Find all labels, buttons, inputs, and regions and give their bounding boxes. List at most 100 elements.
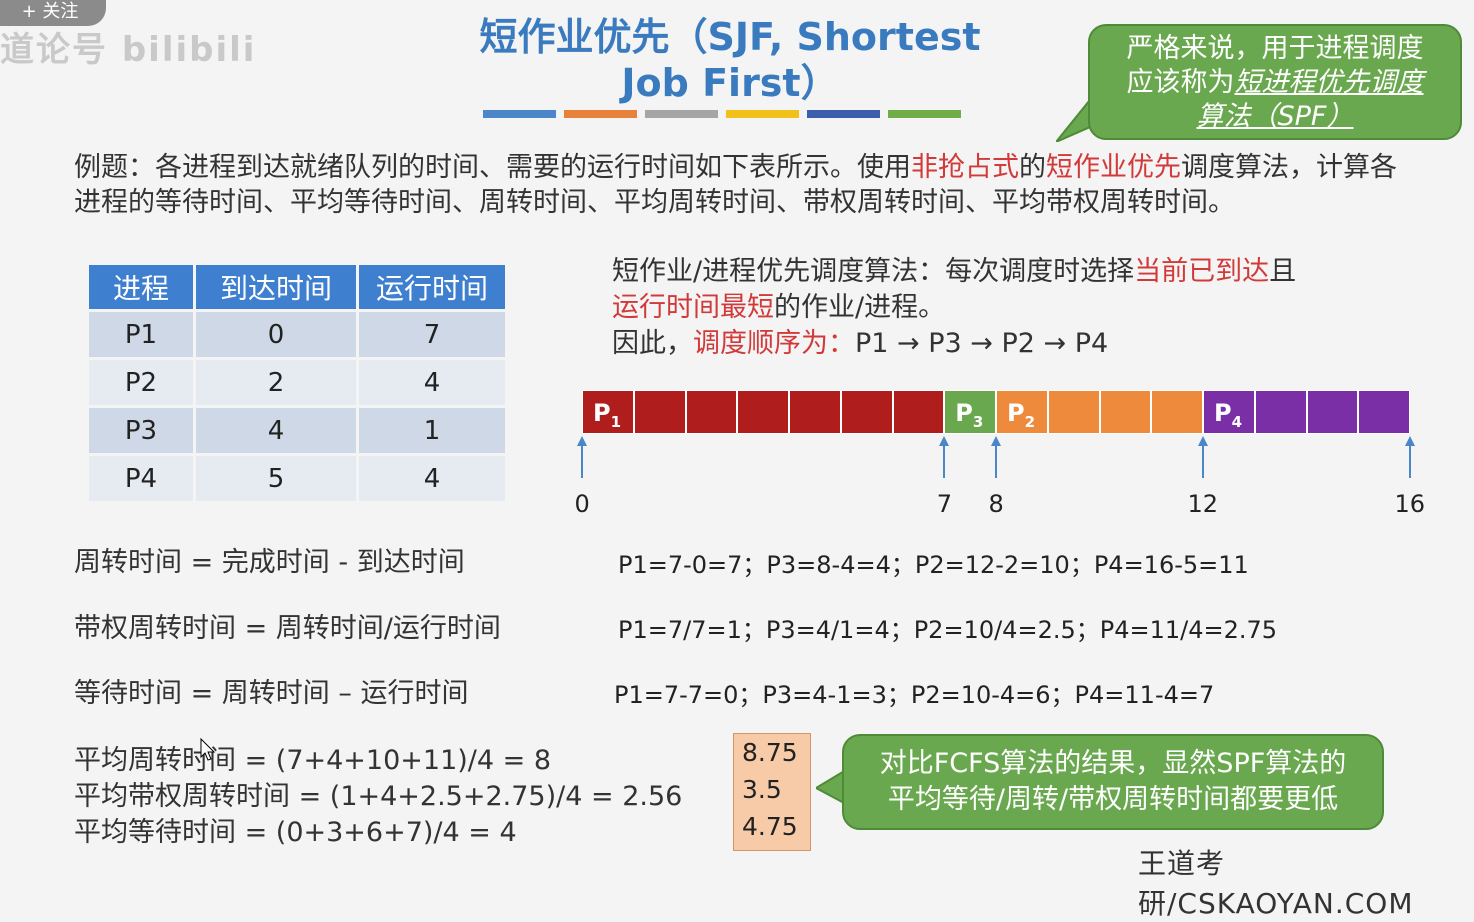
weighted-formula: 带权周转时间 = 周转时间/运行时间: [74, 613, 501, 644]
gantt-segment-p4: P4: [1203, 390, 1255, 434]
cell-process: P4: [89, 456, 193, 501]
gantt-cell: [1151, 390, 1203, 434]
mouse-cursor-icon: [200, 738, 216, 761]
gantt-segment-p1: P1: [582, 390, 634, 434]
spf-callout-plain: 应该称为: [1126, 67, 1235, 98]
process-table: 进程 到达时间 运行时间 P1 0 7 P2 2 4 P3 4 1 P4 5 4: [86, 262, 508, 504]
turnaround-formula: 周转时间 = 完成时间 - 到达时间: [74, 547, 465, 578]
explain-highlight-shortest: 运行时间最短: [612, 292, 774, 323]
algorithm-explanation: 短作业/进程优先调度算法：每次调度时选择当前已到达且 运行时间最短的作业/进程。…: [612, 254, 1412, 362]
compare-line2: 平均等待/周转/带权周转时间都要更低: [887, 784, 1339, 815]
time-arrow-icon: [1405, 436, 1415, 478]
explain-text: 短作业/进程优先调度算法：每次调度时选择: [612, 256, 1135, 287]
gantt-chart: P1 P3 P2 P4 0 7 8 12 16: [575, 390, 1425, 520]
intro-highlight-sjf: 短作业优先: [1046, 152, 1181, 183]
table-row: P3 4 1: [89, 408, 505, 453]
gantt-label-sub: 3: [972, 412, 984, 431]
cell-arrival: 2: [196, 360, 356, 405]
time-arrow-icon: [939, 436, 950, 478]
gantt-cell: [633, 390, 686, 434]
explain-highlight-order: 调度顺序为：: [693, 328, 855, 359]
cell-arrival: 4: [196, 408, 356, 453]
gantt-label: P3: [955, 399, 984, 431]
avg-waiting: 平均等待时间 = (0+3+6+7)/4 = 4: [74, 817, 517, 848]
time-arrow-icon: [991, 436, 1001, 478]
gantt-label-sub: 1: [610, 412, 622, 431]
gantt-label-sub: 4: [1231, 412, 1243, 431]
intro-text-1: 例题：各进程到达就绪队列的时间、需要的运行时间如下表所示。使用: [74, 152, 911, 183]
gantt-cell: [1047, 390, 1100, 434]
gantt-cell: [840, 390, 893, 434]
slide-title: 短作业优先（SJF, Shortest Job First）: [420, 14, 1040, 106]
explain-line2: 运行时间最短的作业/进程。: [612, 290, 1412, 326]
header-runtime: 运行时间: [359, 265, 505, 309]
title-bar: [483, 110, 556, 118]
cell-runtime: 1: [359, 408, 505, 453]
waiting-calc: P1=7-7=0；P3=4-1=3；P2=10-4=6；P4=11-4=7: [614, 681, 1215, 709]
explain-highlight-arrived: 当前已到达: [1134, 256, 1270, 287]
slide-title-line2: Job First）: [621, 61, 839, 105]
cell-process: P3: [89, 408, 193, 453]
gantt-cell: [1254, 390, 1307, 434]
waiting-formula: 等待时间 = 周转时间 – 运行时间: [74, 678, 469, 709]
fcfs-comparison-values: 8.75 3.5 4.75: [733, 733, 811, 851]
time-tick-label: 16: [1394, 490, 1426, 518]
explain-text: 因此，: [612, 328, 693, 359]
table-row: P2 2 4: [89, 360, 505, 405]
slide-title-line1: 短作业优先（SJF, Shortest: [479, 15, 981, 59]
gantt-cell: [789, 390, 841, 434]
title-bar: [645, 110, 718, 118]
spf-callout-line2: 应该称为短进程优先调度: [1090, 66, 1460, 100]
gantt-cell: [1358, 390, 1410, 434]
cell-runtime: 4: [359, 360, 505, 405]
gantt-segment-p2: P2: [996, 390, 1048, 434]
gantt-cell: [685, 390, 738, 434]
avg-turnaround: 平均周转时间 = (7+4+10+11)/4 = 8: [74, 745, 552, 776]
gantt-label: P4: [1214, 399, 1243, 431]
problem-statement: 例题：各进程到达就绪队列的时间、需要的运行时间如下表所示。使用非抢占式的短作业优…: [74, 150, 1404, 220]
gantt-cell: [1306, 390, 1359, 434]
gantt-label: P1: [593, 399, 622, 431]
title-bar: [564, 110, 637, 118]
gantt-label: P2: [1007, 399, 1036, 431]
fcfs-avg-turnaround: 8.75: [742, 738, 798, 767]
table-row: P4 5 4: [89, 456, 505, 501]
gantt-cell: [892, 390, 945, 434]
gantt-cell: [1099, 390, 1152, 434]
compare-line1: 对比FCFS算法的结果，显然SPF算法的: [879, 748, 1347, 779]
cell-process: P1: [89, 312, 193, 357]
gantt-label-sub: 2: [1024, 412, 1036, 431]
intro-highlight-nonpreemptive: 非抢占式: [911, 152, 1019, 183]
cell-runtime: 4: [359, 456, 505, 501]
explain-line1: 短作业/进程优先调度算法：每次调度时选择当前已到达且: [612, 254, 1412, 290]
time-tick-label: 8: [988, 490, 1004, 518]
cell-process: P2: [89, 360, 193, 405]
explain-line3: 因此，调度顺序为：P1 → P3 → P2 → P4: [612, 326, 1412, 362]
fcfs-avg-waiting: 4.75: [742, 812, 798, 841]
intro-text-2: 的: [1019, 152, 1046, 183]
time-tick-label: 12: [1187, 490, 1219, 518]
spf-callout-em: 短进程优先调度: [1234, 67, 1424, 98]
spf-callout-line3: 算法（SPF）: [1196, 101, 1354, 132]
schedule-order: P1 → P3 → P2 → P4: [855, 328, 1109, 359]
time-arrow-icon: [1198, 436, 1208, 478]
cell-arrival: 5: [196, 456, 356, 501]
comparison-callout: 对比FCFS算法的结果，显然SPF算法的 平均等待/周转/带权周转时间都要更低: [842, 734, 1384, 830]
cell-arrival: 0: [196, 312, 356, 357]
weighted-calc: P1=7/7=1；P3=4/1=4；P2=10/4=2.5；P4=11/4=2.…: [618, 616, 1278, 644]
title-bar: [726, 110, 799, 118]
title-color-bars: [483, 110, 961, 118]
turnaround-calc: P1=7-0=7；P3=8-4=4；P2=12-2=10；P4=16-5=11: [618, 551, 1249, 579]
gantt-cell: [737, 390, 789, 434]
header-process: 进程: [89, 265, 193, 309]
spf-callout: 严格来说，用于进程调度 应该称为短进程优先调度 算法（SPF）: [1088, 24, 1462, 140]
cell-runtime: 7: [359, 312, 505, 357]
avg-weighted: 平均带权周转时间 = (1+4+2.5+2.75)/4 = 2.56: [74, 781, 683, 812]
table-row: P1 0 7: [89, 312, 505, 357]
time-tick-label: 7: [936, 490, 953, 518]
header-arrival: 到达时间: [196, 265, 356, 309]
time-tick-label: 0: [574, 490, 590, 518]
bilibili-watermark: 道论号 bilibili: [0, 30, 257, 70]
title-bar: [807, 110, 880, 118]
explain-text: 且: [1269, 256, 1297, 287]
